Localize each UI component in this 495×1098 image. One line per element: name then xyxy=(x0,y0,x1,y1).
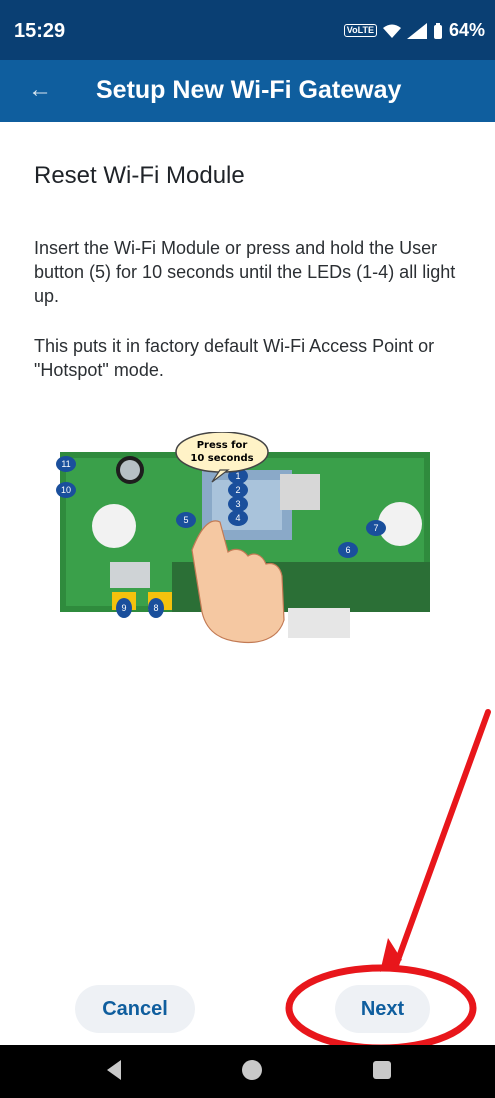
cancel-button[interactable]: Cancel xyxy=(75,985,195,1033)
main-content: Reset Wi-Fi Module Insert the Wi-Fi Modu… xyxy=(34,150,474,408)
status-bar: 15:29 VoLTE 64% xyxy=(0,0,495,60)
nav-recent-apps-icon[interactable] xyxy=(373,1061,391,1079)
wifi-icon xyxy=(382,24,401,38)
system-navigation-bar xyxy=(0,1045,495,1098)
speech-bubble-line-2: 10 seconds xyxy=(190,453,253,464)
svg-text:11: 11 xyxy=(61,459,70,469)
section-heading: Reset Wi-Fi Module xyxy=(34,162,245,189)
circuit-board-image: 11 10 1 2 3 4 5 6 7 9 8 Press for 10 sec… xyxy=(56,431,430,644)
svg-text:9: 9 xyxy=(121,603,126,613)
volte-icon: VoLTE xyxy=(343,24,377,37)
instruction-paragraph-2: This puts it in factory default Wi-Fi Ac… xyxy=(34,336,435,380)
status-time: 15:29 xyxy=(14,20,66,42)
battery-icon xyxy=(433,22,442,39)
svg-text:10: 10 xyxy=(61,485,71,495)
next-button[interactable]: Next xyxy=(335,985,430,1033)
page-title: Setup New Wi-Fi Gateway xyxy=(96,76,402,104)
signal-icon xyxy=(406,22,427,39)
svg-text:5: 5 xyxy=(183,515,188,525)
status-icons: VoLTE 64% xyxy=(343,20,485,41)
battery-percentage: 64% xyxy=(448,20,485,40)
svg-text:4: 4 xyxy=(235,513,240,523)
svg-text:2: 2 xyxy=(235,485,240,495)
instruction-paragraph-1: Insert the Wi-Fi Module or press and hol… xyxy=(34,238,456,306)
svg-text:6: 6 xyxy=(345,545,350,555)
speech-bubble-line-1: Press for xyxy=(197,440,248,451)
svg-text:3: 3 xyxy=(235,499,240,509)
svg-text:8: 8 xyxy=(153,603,158,613)
svg-text:7: 7 xyxy=(373,523,378,533)
svg-text:1: 1 xyxy=(235,471,240,481)
back-arrow-icon[interactable]: ← xyxy=(28,76,52,104)
nav-home-icon[interactable] xyxy=(242,1060,262,1080)
nav-back-icon[interactable] xyxy=(107,1060,121,1080)
app-bar: ← Setup New Wi-Fi Gateway xyxy=(0,60,495,122)
wifi-module-illustration: 11 10 1 2 3 4 5 6 7 9 8 Press for 10 sec… xyxy=(52,431,440,648)
